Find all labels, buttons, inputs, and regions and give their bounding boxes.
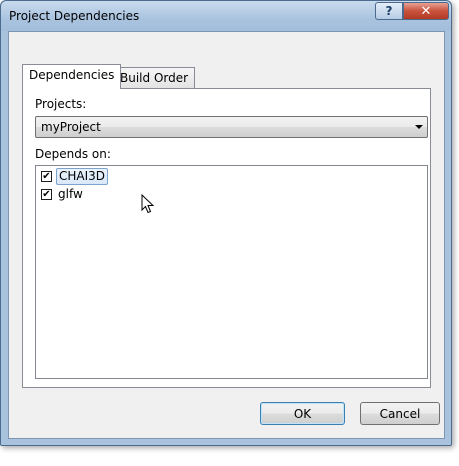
projects-label: Projects: — [35, 97, 87, 111]
title-bar[interactable]: Project Dependencies ? ✕ — [1, 1, 451, 31]
projects-dropdown-value: myProject — [41, 120, 101, 134]
close-button[interactable]: ✕ — [403, 2, 449, 20]
list-item-label: CHAI3D — [56, 168, 109, 185]
window-title: Project Dependencies — [9, 9, 140, 23]
glfw-checkbox[interactable]: ✔ — [41, 189, 52, 200]
tab-build-order[interactable]: Build Order — [113, 67, 196, 89]
ok-button[interactable]: OK — [260, 402, 345, 425]
help-icon: ? — [385, 4, 393, 18]
dialog-client-area: Dependencies Build Order Projects: myPro… — [8, 31, 445, 439]
tab-dependencies[interactable]: Dependencies — [22, 64, 122, 89]
list-item-chai3d[interactable]: ✔ CHAI3D — [41, 168, 109, 185]
list-item-glfw[interactable]: ✔ glfw — [41, 186, 85, 203]
depends-on-list[interactable]: ✔ CHAI3D ✔ glfw — [35, 165, 428, 379]
help-button[interactable]: ? — [375, 2, 403, 20]
mouse-cursor-icon — [141, 194, 155, 214]
projects-dropdown[interactable]: myProject — [35, 116, 428, 138]
chevron-down-icon — [415, 125, 423, 129]
checkmark-icon: ✔ — [42, 188, 51, 200]
cancel-button[interactable]: Cancel — [360, 402, 440, 425]
chai3d-checkbox[interactable]: ✔ — [41, 171, 52, 182]
checkmark-icon: ✔ — [42, 170, 51, 182]
list-item-label: glfw — [58, 187, 83, 201]
project-dependencies-window: Project Dependencies ? ✕ Dependencies Bu… — [0, 0, 452, 446]
depends-on-label: Depends on: — [35, 147, 111, 161]
dependencies-tab-panel: Projects: myProject Depends on: ✔ CHAI3D… — [22, 88, 431, 388]
close-icon: ✕ — [420, 3, 432, 19]
